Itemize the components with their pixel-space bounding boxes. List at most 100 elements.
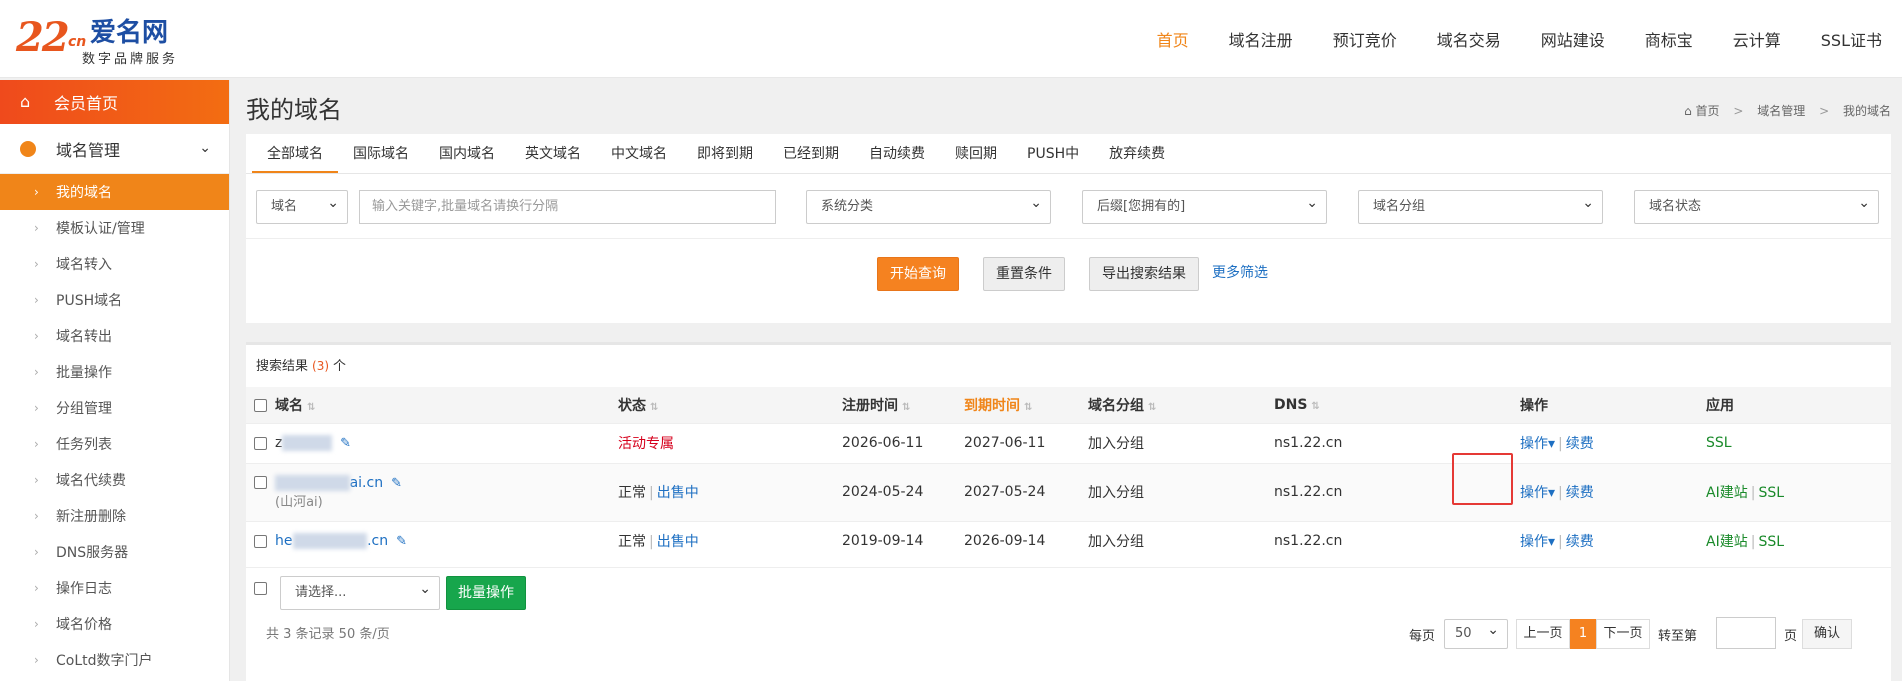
sort-icon: ⇅ <box>1311 400 1320 412</box>
tab-abandon-renew[interactable]: 放弃续费 <box>1094 134 1180 173</box>
sidebar-item-tasks[interactable]: 任务列表 <box>0 426 229 462</box>
reset-button[interactable]: 重置条件 <box>983 257 1065 291</box>
nav-trademark[interactable]: 商标宝 <box>1625 27 1713 51</box>
for-sale-link[interactable]: 出售中 <box>657 485 699 501</box>
ssl-link[interactable]: SSL <box>1758 534 1784 550</box>
breadcrumb-domain-management[interactable]: 域名管理 <box>1757 104 1805 118</box>
page-1-button[interactable]: 1 <box>1570 619 1596 649</box>
tab-english[interactable]: 英文域名 <box>510 134 596 173</box>
group-cell[interactable]: 加入分组 <box>1088 462 1274 521</box>
nav-cloud[interactable]: 云计算 <box>1713 27 1801 51</box>
sidebar-item-groups[interactable]: 分组管理 <box>0 390 229 426</box>
search-button[interactable]: 开始查询 <box>877 257 959 291</box>
divider: | <box>1558 534 1563 551</box>
search-field-select[interactable]: 域名 <box>256 187 348 224</box>
tab-all-domains[interactable]: 全部域名 <box>252 134 338 173</box>
confirm-goto-button[interactable]: 确认 <box>1802 619 1852 649</box>
for-sale-link[interactable]: 出售中 <box>657 534 699 550</box>
domain-group-select[interactable]: 域名分组 <box>1358 187 1603 224</box>
actions-cell: 操作▾ | 续费 <box>1520 520 1706 561</box>
domain-name-visible[interactable]: he <box>275 533 293 549</box>
sidebar-group-label: 域名管理 <box>56 140 121 160</box>
tab-domestic[interactable]: 国内域名 <box>424 134 510 173</box>
nav-domain-register[interactable]: 域名注册 <box>1209 27 1313 51</box>
sidebar-item-label: 操作日志 <box>56 581 112 597</box>
prev-page-button[interactable]: 上一页 <box>1516 619 1570 649</box>
batch-operate-button[interactable]: 批量操作 <box>446 576 526 610</box>
operate-dropdown[interactable]: 操作▾ <box>1520 485 1555 501</box>
select-all-checkbox[interactable] <box>254 399 267 413</box>
ai-site-link[interactable]: AI建站 <box>1706 534 1748 550</box>
sidebar-item-new-delete[interactable]: 新注册删除 <box>0 498 229 534</box>
tab-international[interactable]: 国际域名 <box>338 134 424 173</box>
renew-link[interactable]: 续费 <box>1566 436 1594 452</box>
sidebar-item-label: 域名代续费 <box>56 473 126 489</box>
sidebar-item-batch[interactable]: 批量操作 <box>0 354 229 390</box>
next-page-button[interactable]: 下一页 <box>1596 619 1650 649</box>
sidebar-group-domain-management[interactable]: 域名管理 ⌄ <box>0 124 229 174</box>
sidebar-item-coltd-portal[interactable]: CoLtd数字门户 <box>0 642 229 678</box>
domain-name-suffix[interactable]: .cn <box>367 533 388 549</box>
col-reg-date[interactable]: 注册时间 ⇅ <box>842 387 964 423</box>
sidebar-item-transfer-out[interactable]: 域名转出 <box>0 318 229 354</box>
sidebar-item-dns-servers[interactable]: DNS服务器 <box>0 534 229 570</box>
tab-expiring-soon[interactable]: 即将到期 <box>682 134 768 173</box>
operate-dropdown[interactable]: 操作▾ <box>1520 436 1555 452</box>
sidebar-item-prices[interactable]: 域名价格 <box>0 606 229 642</box>
exp-date-cell: 2027-06-11 <box>964 422 1088 463</box>
nav-domain-trade[interactable]: 域名交易 <box>1417 27 1521 51</box>
sidebar-item-transfer-in[interactable]: 域名转入 <box>0 246 229 282</box>
tab-push-pending[interactable]: PUSH中 <box>1012 134 1094 173</box>
edit-icon[interactable]: ✎ <box>340 436 351 451</box>
batch-action-select[interactable]: 请选择... <box>280 573 440 610</box>
breadcrumb-home[interactable]: 首页 <box>1696 104 1720 118</box>
category-select[interactable]: 系统分类 <box>806 187 1051 224</box>
row-checkbox[interactable] <box>254 534 267 548</box>
table-row: hexxxxxxxxx.cn✎ 正常|出售中 2019-09-14 2026-0… <box>246 520 1891 561</box>
group-cell[interactable]: 加入分组 <box>1088 520 1274 561</box>
tab-expired[interactable]: 已经到期 <box>768 134 854 173</box>
edit-icon[interactable]: ✎ <box>391 476 402 491</box>
tab-redemption[interactable]: 赎回期 <box>940 134 1012 173</box>
nav-ssl[interactable]: SSL证书 <box>1801 27 1902 51</box>
domain-name-visible[interactable]: ai.cn <box>350 475 384 491</box>
renew-link[interactable]: 续费 <box>1566 534 1594 550</box>
row-checkbox[interactable] <box>254 476 267 489</box>
sidebar-item-my-domains[interactable]: 我的域名 <box>0 174 229 210</box>
sidebar-item-logs[interactable]: 操作日志 <box>0 570 229 606</box>
search-keyword-input[interactable]: 输入关键字,批量域名请换行分隔 <box>359 190 776 224</box>
goto-page-input[interactable] <box>1716 617 1776 649</box>
col-dns[interactable]: DNS ⇅ <box>1274 387 1520 423</box>
operate-dropdown[interactable]: 操作▾ <box>1520 534 1555 550</box>
renew-link[interactable]: 续费 <box>1566 485 1594 501</box>
sidebar-item-proxy-renew[interactable]: 域名代续费 <box>0 462 229 498</box>
col-exp-date[interactable]: 到期时间 ⇅ <box>964 387 1088 423</box>
sidebar-item-template-auth[interactable]: 模板认证/管理 <box>0 210 229 246</box>
results-unit: 个 <box>333 359 347 374</box>
group-cell[interactable]: 加入分组 <box>1088 422 1274 463</box>
col-status[interactable]: 状态 ⇅ <box>618 387 842 423</box>
tab-auto-renew[interactable]: 自动续费 <box>854 134 940 173</box>
nav-booking-bid[interactable]: 预订竞价 <box>1313 27 1417 51</box>
batch-checkbox[interactable] <box>254 582 267 595</box>
per-page-select[interactable]: 50 <box>1444 616 1508 649</box>
nav-website-build[interactable]: 网站建设 <box>1521 27 1625 51</box>
domain-status-select[interactable]: 域名状态 <box>1634 187 1879 224</box>
col-group[interactable]: 域名分组 ⇅ <box>1088 387 1274 423</box>
ai-site-link[interactable]: AI建站 <box>1706 485 1748 501</box>
goto-label: 转至第 <box>1658 629 1698 644</box>
nav-home[interactable]: 首页 <box>1137 27 1209 51</box>
col-domain[interactable]: 域名 ⇅ <box>246 387 618 423</box>
edit-icon[interactable]: ✎ <box>396 534 407 549</box>
sidebar-item-push[interactable]: PUSH域名 <box>0 282 229 318</box>
row-checkbox[interactable] <box>254 436 267 450</box>
suffix-select[interactable]: 后缀[您拥有的] <box>1082 187 1327 224</box>
ssl-link[interactable]: SSL <box>1706 435 1732 451</box>
export-button[interactable]: 导出搜索结果 <box>1089 257 1199 291</box>
site-logo[interactable]: 22 cn 爱名网 数字品牌服务 <box>16 14 186 68</box>
more-filters-link[interactable]: 更多筛选 <box>1208 257 1272 291</box>
sidebar-member-home[interactable]: ⌂ 会员首页 <box>0 80 229 124</box>
ssl-link[interactable]: SSL <box>1758 485 1784 501</box>
tab-chinese[interactable]: 中文域名 <box>596 134 682 173</box>
domain-table: 域名⇅ 状态⇅ 注册时间⇅ 到期时间⇅ 域名分组⇅ DNS⇅ 操作 应用 zxx… <box>246 387 1891 561</box>
